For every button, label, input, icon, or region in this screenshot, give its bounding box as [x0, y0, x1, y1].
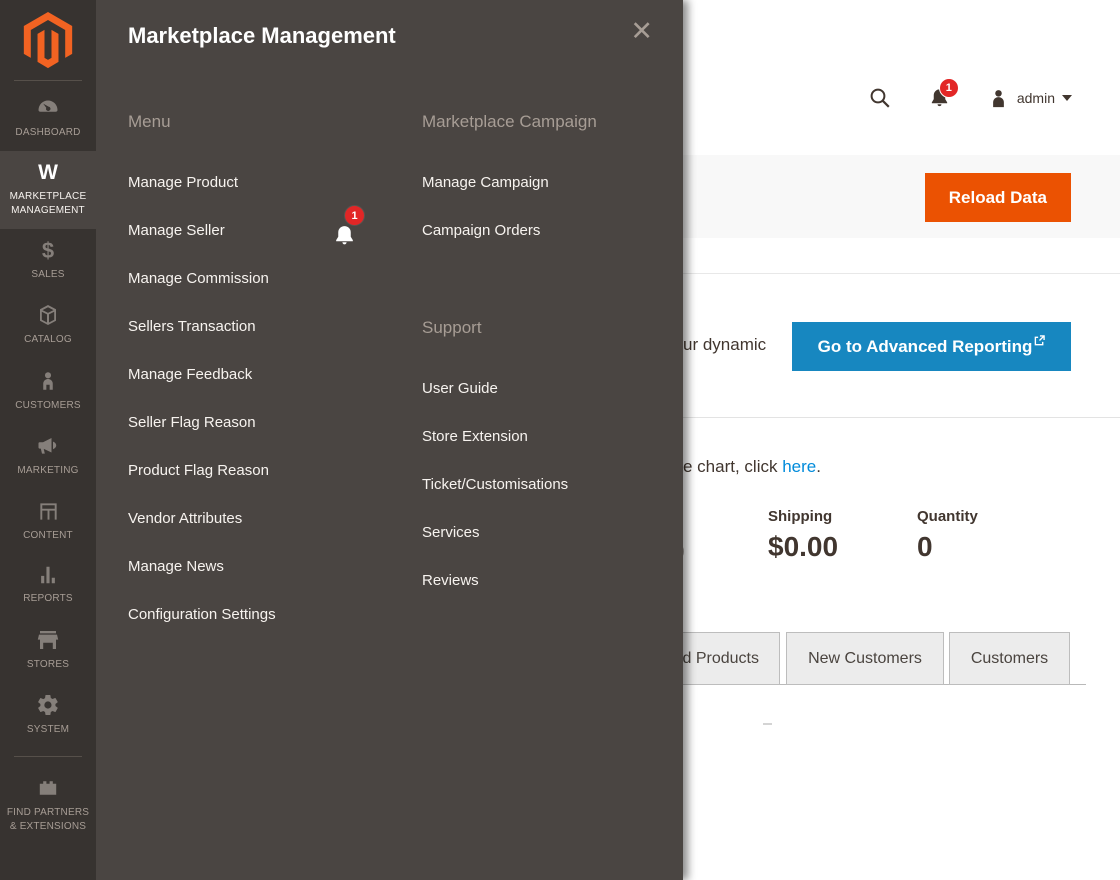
- reload-data-button[interactable]: Reload Data: [924, 173, 1071, 222]
- sidebar-item-customers[interactable]: CUSTOMERS: [0, 358, 96, 424]
- go-to-advanced-reporting-button[interactable]: Go to Advanced Reporting: [792, 322, 1071, 371]
- chart-message-fragment: e chart, click: [683, 457, 783, 476]
- menu-item-manage-campaign[interactable]: Manage Campaign: [422, 158, 692, 206]
- menu-item-product-flag-reason[interactable]: Product Flag Reason: [128, 446, 398, 494]
- sidebar-item-marketing[interactable]: MARKETING: [0, 423, 96, 489]
- search-icon[interactable]: [868, 86, 892, 110]
- magento-logo-icon: [23, 12, 73, 69]
- seller-notification-badge: 1: [344, 205, 365, 226]
- admin-header: 1 admin: [868, 77, 1072, 110]
- support-column-heading: Support: [422, 318, 482, 337]
- chart-disabled-message: e chart, click here.: [683, 457, 821, 477]
- notifications-bell-icon[interactable]: 1: [928, 77, 959, 110]
- chart-message-period: .: [816, 457, 821, 476]
- marketing-icon: [36, 434, 60, 458]
- menu-item-manage-product[interactable]: Manage Product: [128, 158, 398, 206]
- marketplace-management-flyout: Marketplace Management ✕ Menu Manage Pro…: [96, 0, 683, 880]
- advanced-reporting-banner: ur dynamic Go to Advanced Reporting: [683, 273, 1120, 418]
- dashboard-icon: [36, 96, 60, 120]
- menu-item-sellers-transaction[interactable]: Sellers Transaction: [128, 302, 398, 350]
- username-label: admin: [1016, 90, 1055, 106]
- quantity-stat-label: Quantity: [917, 508, 978, 525]
- table-placeholder-dash: [763, 723, 772, 725]
- sidebar-item-dashboard[interactable]: DASHBOARD: [0, 85, 96, 151]
- external-link-icon: [1034, 335, 1046, 346]
- menu-column-heading: Menu: [128, 112, 171, 131]
- flyout-menu-column: Menu Manage Product Manage Seller Manage…: [128, 112, 398, 638]
- flyout-campaign-column: Marketplace Campaign Manage Campaign Cam…: [422, 112, 692, 254]
- content-icon: [37, 500, 60, 523]
- advanced-reporting-label: Go to Advanced Reporting: [817, 336, 1033, 356]
- menu-item-ticket-customisations[interactable]: Ticket/Customisations: [422, 460, 692, 508]
- menu-item-vendor-attributes[interactable]: Vendor Attributes: [128, 494, 398, 542]
- magento-logo[interactable]: [0, 0, 96, 72]
- tab-new-customers[interactable]: New Customers: [786, 632, 944, 685]
- menu-item-reviews[interactable]: Reviews: [422, 556, 692, 604]
- menu-item-manage-feedback[interactable]: Manage Feedback: [128, 350, 398, 398]
- stores-icon: [36, 628, 60, 652]
- sidebar-item-find-partners[interactable]: FIND PARTNERS & EXTENSIONS: [0, 765, 96, 845]
- tab-customers[interactable]: Customers: [949, 632, 1070, 685]
- sidebar-item-stores[interactable]: STORES: [0, 617, 96, 683]
- tab-products[interactable]: d Products: [683, 632, 780, 685]
- chart-enable-link[interactable]: here: [782, 457, 816, 476]
- page-title-strip: Reload Data: [683, 155, 1120, 238]
- menu-item-store-extension[interactable]: Store Extension: [422, 412, 692, 460]
- menu-item-manage-commission[interactable]: Manage Commission: [128, 254, 398, 302]
- menu-item-campaign-orders[interactable]: Campaign Orders: [422, 206, 692, 254]
- sidebar-divider: [14, 755, 82, 757]
- sidebar-divider: [14, 80, 82, 81]
- customers-icon: [37, 369, 59, 393]
- sales-icon: $: [41, 237, 55, 263]
- admin-user-menu[interactable]: admin: [987, 87, 1072, 110]
- system-icon: [36, 693, 60, 717]
- menu-item-manage-news[interactable]: Manage News: [128, 542, 398, 590]
- notification-count-badge[interactable]: 1: [938, 77, 959, 98]
- flyout-title: Marketplace Management: [128, 23, 396, 48]
- shipping-stat-label: Shipping: [768, 508, 833, 525]
- sidebar-item-system[interactable]: SYSTEM: [0, 682, 96, 748]
- menu-item-configuration-settings[interactable]: Configuration Settings: [128, 590, 398, 638]
- chevron-down-icon: [1062, 95, 1072, 101]
- seller-notification-bell-icon[interactable]: [332, 223, 357, 249]
- quantity-stat: Quantity 0: [917, 508, 978, 563]
- catalog-icon: [36, 303, 60, 327]
- marketplace-icon: W: [38, 160, 58, 184]
- dashboard-content: 1 admin Reload Data ur dynamic Go to Adv…: [683, 0, 1120, 880]
- menu-item-services[interactable]: Services: [422, 508, 692, 556]
- sidebar-item-catalog[interactable]: CATALOG: [0, 292, 96, 358]
- shipping-stat: Shipping $0.00: [768, 508, 838, 563]
- sidebar-item-content[interactable]: CONTENT: [0, 489, 96, 554]
- banner-text-fragment: ur dynamic: [683, 335, 767, 354]
- shipping-stat-value: $0.00: [768, 531, 839, 562]
- partners-icon: [36, 776, 60, 800]
- sidebar-item-reports[interactable]: REPORTS: [0, 553, 96, 617]
- flyout-support-column: Support User Guide Store Extension Ticke…: [422, 318, 692, 604]
- quantity-stat-value: 0: [917, 531, 933, 562]
- campaign-column-heading: Marketplace Campaign: [422, 112, 597, 131]
- sidebar-item-marketplace-management[interactable]: W MARKETPLACE MANAGEMENT: [0, 150, 96, 229]
- sidebar: DASHBOARD W MARKETPLACE MANAGEMENT $ SAL…: [0, 0, 96, 880]
- menu-item-user-guide[interactable]: User Guide: [422, 364, 692, 412]
- sidebar-item-sales[interactable]: $ SALES: [0, 229, 96, 293]
- user-avatar-icon: [987, 87, 1010, 110]
- menu-item-seller-flag-reason[interactable]: Seller Flag Reason: [128, 398, 398, 446]
- reports-icon: [37, 564, 59, 586]
- close-icon[interactable]: ✕: [630, 18, 653, 45]
